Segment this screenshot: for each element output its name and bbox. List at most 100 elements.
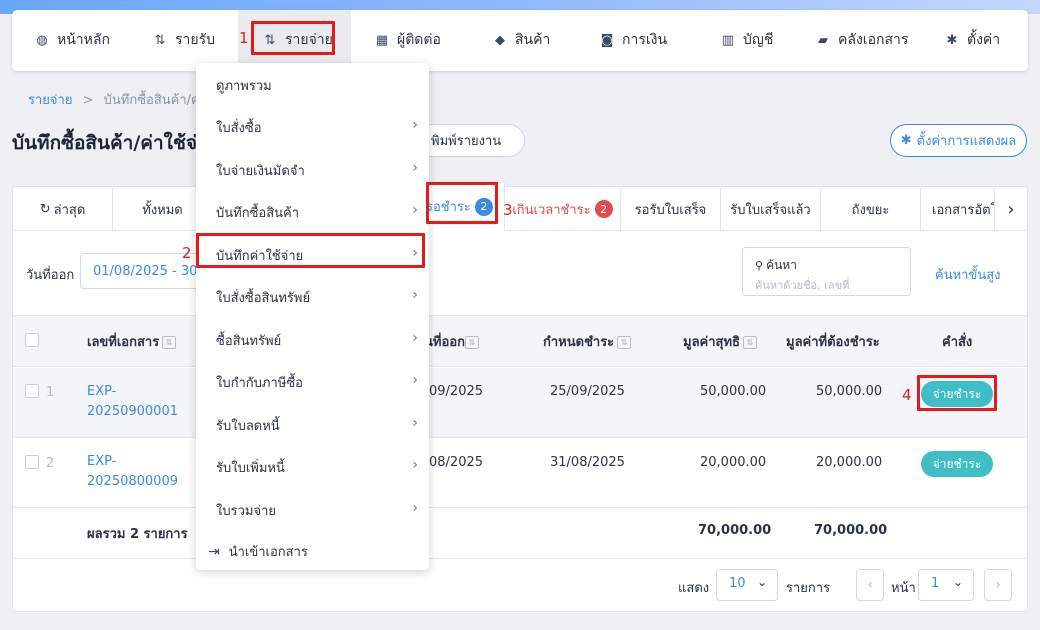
menu-item-purchase-record[interactable]: บันทึกซื้อสินค้า › xyxy=(216,202,421,223)
doc-number-link[interactable]: EXP- 20250900001 xyxy=(87,382,178,422)
pay-button[interactable]: จ่ายชำระ xyxy=(921,451,993,477)
nav-settings[interactable]: ✱ ตั้งค่า xyxy=(944,10,1001,70)
chevron-right-icon: › xyxy=(412,500,418,516)
menu-item-deposit-payment[interactable]: ใบจ่ายเงินมัดจำ › xyxy=(216,160,421,181)
chevron-down-icon: ⌄ xyxy=(952,575,963,589)
menu-item-expense-record[interactable]: บันทึกค่าใช้จ่าย › xyxy=(216,245,421,266)
page-select[interactable]: 1 ⌄ xyxy=(918,569,974,601)
nav-documents[interactable]: ▰ คลังเอกสาร xyxy=(815,10,908,70)
column-doc-no[interactable]: เลขที่เอกสาร ⇅ xyxy=(87,331,177,352)
menu-item-purchase-order[interactable]: ใบสั่งซื้อ › xyxy=(216,117,421,138)
select-all-checkbox[interactable] xyxy=(25,333,39,347)
breadcrumb-separator: > xyxy=(82,93,94,108)
breadcrumb-root-link[interactable]: รายจ่าย xyxy=(28,93,72,108)
menu-item-label: บันทึกค่าใช้จ่าย xyxy=(216,249,304,264)
column-doc-no-label: เลขที่เอกสาร xyxy=(87,335,160,350)
column-due-date[interactable]: กำหนดชำระ ⇅ xyxy=(543,331,632,352)
nav-documents-label: คลังเอกสาร xyxy=(838,32,909,48)
pagination-page-label: หน้า xyxy=(891,581,916,596)
step-number-2: 2 xyxy=(182,244,192,262)
column-amount-due-label: มูลค่าที่ต้องชำระ xyxy=(786,335,880,350)
menu-item-combined-payment[interactable]: ใบรวมจ่าย › xyxy=(216,500,421,521)
menu-item-asset-purchase-order[interactable]: ใบสั่งซื้อสินทรัพย์ › xyxy=(216,287,421,308)
search-label-text: ค้นหา xyxy=(766,258,797,272)
column-issue-date[interactable]: ⇅วันที่ออก xyxy=(429,331,479,352)
nav-dashboard-label: หน้าหลัก xyxy=(57,32,110,48)
nav-products[interactable]: ◆ สินค้า xyxy=(492,10,550,70)
per-page-select[interactable]: 10 ⌄ xyxy=(716,569,778,601)
menu-item-credit-note[interactable]: รับใบลดหนี้ › xyxy=(216,415,421,436)
menu-item-purchase-tax-invoice[interactable]: ใบกำกับภาษีซื้อ › xyxy=(216,372,421,393)
tab-auto-documents[interactable]: เอกสารอัตโนมัติ xyxy=(921,188,995,230)
tab-auto-documents-label: เอกสารอัตโนมัติ xyxy=(932,202,994,218)
row-index: 2 xyxy=(46,456,55,471)
ledger-book-icon: ▥ xyxy=(721,32,735,48)
menu-item-overview[interactable]: ดูภาพรวม xyxy=(216,75,421,96)
doc-number-link[interactable]: EXP- 20250800009 xyxy=(87,452,178,492)
doc-number-line2: 20250900001 xyxy=(87,404,178,419)
awaiting-count-badge: 2 xyxy=(474,197,493,216)
tabs-divider xyxy=(13,230,1027,231)
sort-icon: ⇅ xyxy=(162,336,177,349)
chevron-right-icon: › xyxy=(412,287,418,303)
nav-income[interactable]: ⇅ รายรับ xyxy=(152,10,215,70)
advanced-search-link[interactable]: ค้นหาขั้นสูง xyxy=(935,264,1001,285)
nav-settings-label: ตั้งค่า xyxy=(967,32,1001,48)
step-number-1: 1 xyxy=(239,29,249,47)
row-divider xyxy=(13,507,1027,508)
nav-contacts[interactable]: ▦ ผู้ติดต่อ xyxy=(374,10,441,70)
chevron-right-icon: › xyxy=(412,330,418,346)
doc-number-line1: EXP- xyxy=(87,384,117,399)
row-checkbox[interactable] xyxy=(25,455,39,469)
gear-icon: ✱ xyxy=(946,32,958,48)
breadcrumb-current: บันทึกซื้อสินค้า/ค่า xyxy=(103,93,208,108)
doc-number-line1: EXP- xyxy=(87,454,117,469)
overdue-count-badge: 2 xyxy=(594,200,613,218)
column-net-amount[interactable]: มูลค่าสุทธิ ⇅ xyxy=(683,331,757,352)
next-page-button[interactable]: › xyxy=(984,569,1012,601)
due-date-cell: 25/09/2025 xyxy=(550,384,625,399)
nav-dashboard[interactable]: ◍ หน้าหลัก xyxy=(34,10,110,70)
menu-item-import-documents[interactable]: ⇥ นำเข้าเอกสาร xyxy=(208,541,413,562)
menu-item-label: ใบจ่ายเงินมัดจำ xyxy=(216,164,305,179)
pay-button[interactable]: จ่ายชำระ xyxy=(921,381,993,407)
chevron-right-icon: › xyxy=(412,160,418,176)
menu-item-asset-purchase[interactable]: ซื้อสินทรัพย์ › xyxy=(216,330,421,351)
chevron-right-icon: › xyxy=(412,457,418,473)
search-label: ⚲ ค้นหา xyxy=(755,256,797,275)
menu-item-label: ดูภาพรวม xyxy=(216,79,272,94)
tab-overdue[interactable]: เกินเวลาชำระ 2 xyxy=(505,188,621,230)
row-checkbox[interactable] xyxy=(25,384,39,398)
main-navbar: ◍ หน้าหลัก ⇅ รายรับ ⇅ รายจ่าย ▦ ผู้ติดต่… xyxy=(12,10,1028,71)
nav-finance[interactable]: ◙ การเงิน xyxy=(599,10,667,70)
column-amount-due[interactable]: มูลค่าที่ต้องชำระ xyxy=(786,331,880,352)
prev-page-button[interactable]: ‹ xyxy=(856,569,884,601)
nav-income-label: รายรับ xyxy=(175,32,215,48)
nav-expense[interactable]: ⇅ รายจ่าย xyxy=(238,10,351,70)
product-box-icon: ◆ xyxy=(495,32,505,48)
amount-due-cell: 50,000.00 xyxy=(816,384,883,399)
nav-accounting-label: บัญชี xyxy=(743,32,774,48)
tab-trash[interactable]: ถังขยะ xyxy=(821,188,921,230)
doc-number-line2: 20250800009 xyxy=(87,474,178,489)
nav-accounting[interactable]: ▥ บัญชี xyxy=(720,10,773,70)
row-divider xyxy=(13,558,1027,559)
tab-receipt-received[interactable]: รับใบเสร็จแล้ว xyxy=(721,188,821,230)
due-date-cell: 31/08/2025 xyxy=(550,455,625,470)
tabs-scroll-next-button[interactable]: › xyxy=(995,188,1027,230)
breadcrumb: รายจ่าย > บันทึกซื้อสินค้า/ค่า xyxy=(28,89,207,110)
display-settings-button[interactable]: ✱ ตั้งค่าการแสดงผล xyxy=(890,124,1027,157)
expense-dropdown-menu: ดูภาพรวม ใบสั่งซื้อ › ใบจ่ายเงินมัดจำ › บั… xyxy=(196,63,429,570)
menu-item-label: ซื้อสินทรัพย์ xyxy=(216,334,282,349)
nav-contacts-label: ผู้ติดต่อ xyxy=(397,32,441,48)
tab-awaiting-receipt[interactable]: รอรับใบเสร็จ xyxy=(621,188,721,230)
tab-latest[interactable]: ↻ ล่าสุด xyxy=(13,188,113,230)
tab-all-label: ทั้งหมด xyxy=(142,202,183,218)
menu-item-debit-note[interactable]: รับใบเพิ่มหนี้ › xyxy=(216,457,421,478)
column-net-amount-label: มูลค่าสุทธิ xyxy=(683,335,740,350)
column-action: คำสั่ง xyxy=(942,331,972,352)
search-input[interactable]: ⚲ ค้นหา ค้นหาด้วยชื่อ, เลขที่ xyxy=(742,247,911,296)
total-net-amount: 70,000.00 xyxy=(698,523,772,538)
search-icon: ⚲ xyxy=(755,259,764,272)
menu-item-label: ใบสั่งซื้อสินทรัพย์ xyxy=(216,291,311,306)
